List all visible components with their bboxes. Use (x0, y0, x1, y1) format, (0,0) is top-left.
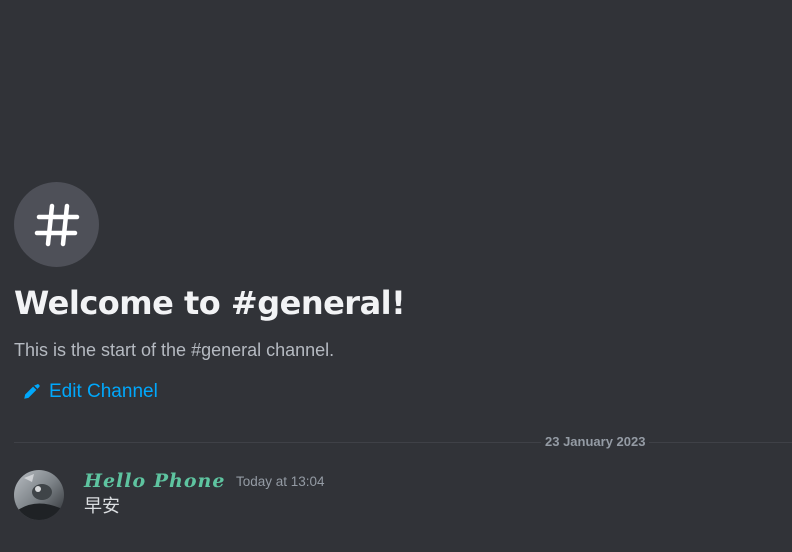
message: Hello Phone Today at 13:04 早安 (0, 466, 792, 526)
edit-channel-button[interactable]: Edit Channel (22, 378, 158, 406)
message-content: 早安 (84, 496, 120, 517)
channel-hash-icon (14, 182, 99, 267)
welcome-subtitle: This is the start of the #general channe… (14, 340, 335, 360)
date-divider-label: 23 January 2023 (541, 434, 650, 450)
edit-channel-label: Edit Channel (49, 381, 158, 402)
hash-icon (34, 203, 79, 246)
message-author[interactable]: Hello Phone (84, 469, 225, 493)
pencil-icon (22, 383, 40, 401)
avatar[interactable] (14, 470, 64, 520)
message-timestamp: Today at 13:04 (236, 474, 325, 489)
welcome-title: Welcome to #general! (14, 284, 406, 322)
date-divider (14, 442, 792, 443)
